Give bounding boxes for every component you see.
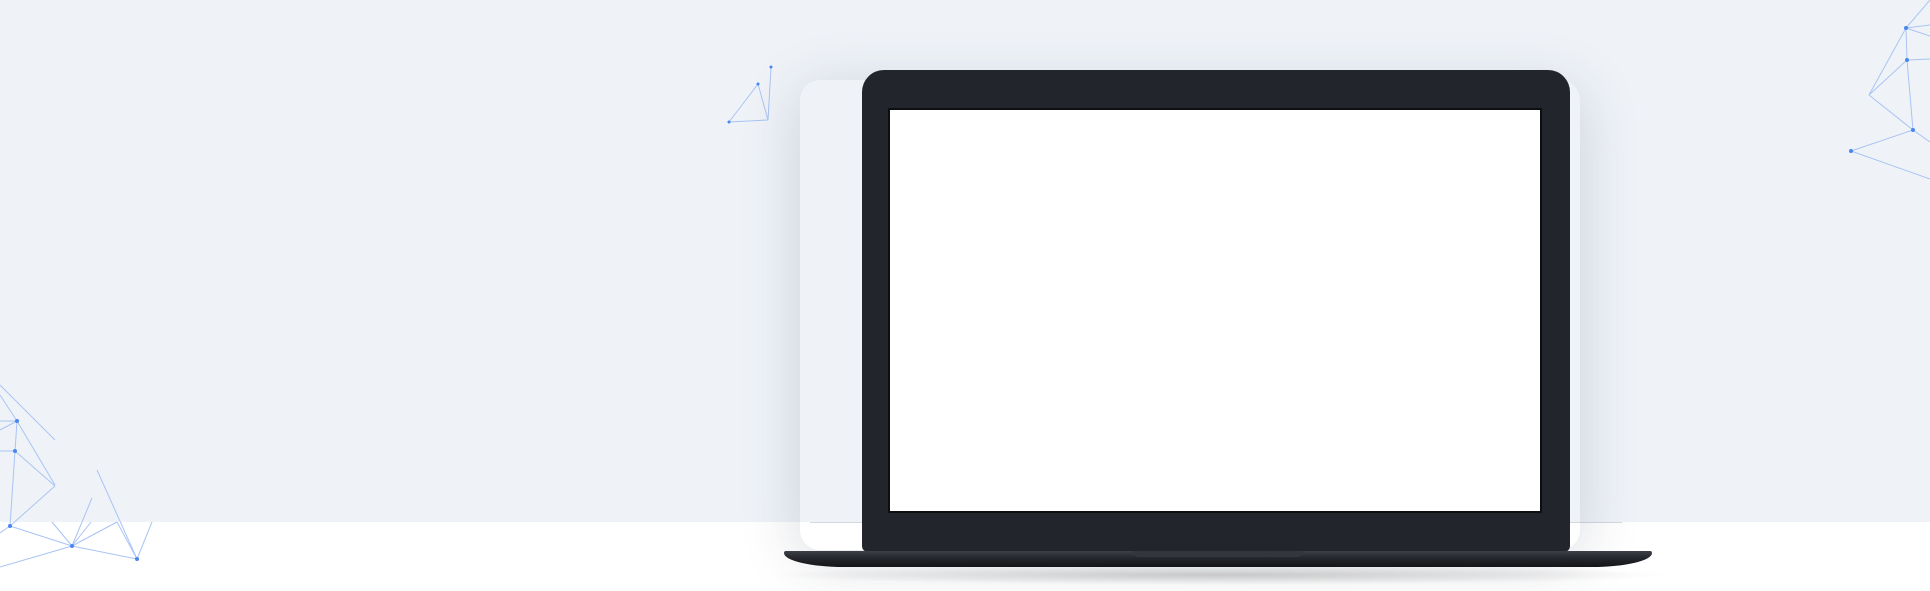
laptop-lid xyxy=(862,70,1570,552)
network-left xyxy=(0,384,153,568)
network-top-right xyxy=(1850,0,1930,180)
network-top-center xyxy=(728,66,772,123)
laptop-screen xyxy=(888,108,1542,513)
laptop-base-shadow xyxy=(760,565,1676,585)
laptop-base xyxy=(784,551,1652,567)
laptop-notch xyxy=(1133,551,1303,557)
